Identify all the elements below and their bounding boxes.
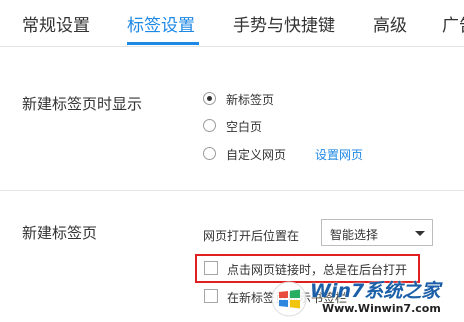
radio-button[interactable] — [203, 119, 216, 132]
radio-button[interactable] — [203, 147, 216, 160]
new-tab-display-title: 新建标签页时显示 — [22, 95, 143, 113]
set-page-link[interactable]: 设置网页 — [315, 146, 363, 163]
tab-ads[interactable]: 广告 — [442, 11, 464, 36]
radio-label: 空白页 — [226, 120, 263, 134]
new-tab-title: 新建标签页 — [22, 224, 98, 242]
position-select-value: 智能选择 — [330, 228, 379, 242]
watermark-url: Www.Winwin7.com — [322, 302, 441, 315]
tab-advanced[interactable]: 高级 — [373, 11, 407, 36]
radio-label: 自定义网页 — [226, 148, 287, 162]
background-open-checkbox[interactable] — [204, 261, 218, 275]
active-tab-indicator — [127, 42, 199, 45]
radio-button-checked[interactable] — [203, 92, 216, 105]
radio-label: 新标签页 — [226, 93, 275, 107]
show-bookmarks-checkbox[interactable] — [204, 289, 218, 303]
position-label: 网页打开后位置在 — [203, 229, 300, 243]
tab-general[interactable]: 常规设置 — [22, 11, 90, 36]
position-select[interactable]: 智能选择 — [321, 219, 433, 246]
tab-tab-settings[interactable]: 标签设置 — [127, 11, 195, 36]
watermark-brand: Win7系统之家 — [310, 280, 441, 302]
chevron-down-icon — [415, 231, 425, 236]
tab-gestures-shortcuts[interactable]: 手势与快捷键 — [233, 11, 335, 36]
watermark: Win7系统之家 Www.Winwin7.com — [270, 270, 464, 322]
settings-tab-bar: 常规设置 标签设置 手势与快捷键 高级 广告 — [0, 0, 464, 47]
section-divider — [0, 190, 464, 191]
windows-logo-icon — [271, 281, 307, 317]
